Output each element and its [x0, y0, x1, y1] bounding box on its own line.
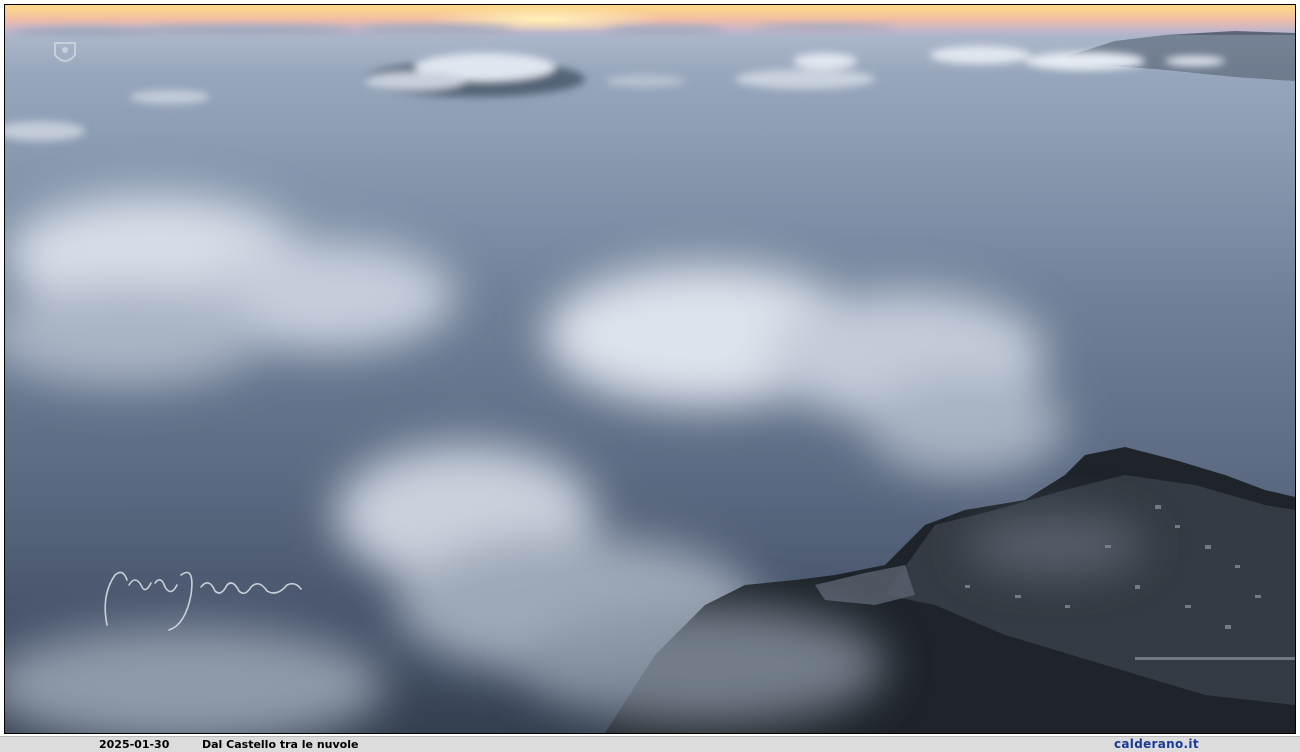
caption-bar: 2025-01-30 Dal Castello tra le nuvole ca… — [0, 736, 1300, 752]
photo-frame: 2025-01-30 Dal Castello tra le nuvole ca… — [0, 0, 1300, 752]
landscape-photo — [4, 4, 1296, 734]
photo-date: 2025-01-30 — [99, 738, 170, 751]
large-cloud-center — [545, 265, 1065, 475]
site-link[interactable]: calderano.it — [1114, 737, 1199, 752]
handwritten-signature — [104, 571, 302, 631]
photo-title: Dal Castello tra le nuvole — [202, 738, 359, 751]
railway-line — [1135, 657, 1295, 660]
photo-scene — [5, 5, 1295, 733]
